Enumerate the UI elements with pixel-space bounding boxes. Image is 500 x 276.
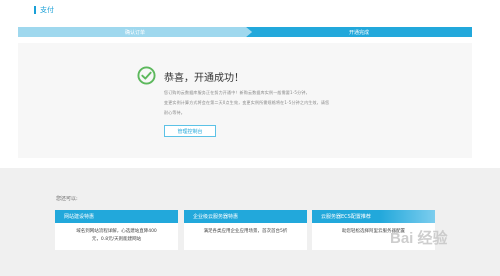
promo-line: 域名到网站流程详解，心选建站直降400 [76, 229, 157, 234]
step-label: 确认订单 [124, 29, 145, 36]
recommend-heading: 您还可以: [56, 196, 78, 202]
step-confirm-order: 确认订单 [18, 27, 252, 37]
manage-console-button[interactable]: 管理控制台 [164, 125, 216, 137]
promo-card-enterprise-server[interactable]: 企业级云服务器特惠 满足各类应用企业应用场景，首次首台5折 [184, 210, 307, 250]
promo-body: 域名到网站流程详解，心选建站直降400 元，0.8元/天则能建网站 [55, 223, 178, 250]
step-complete: 开通完成 [246, 27, 472, 37]
promo-title: 云服务器ECS配置推荐 [312, 210, 435, 223]
promo-title: 网站建设特惠 [55, 210, 178, 223]
desc-line: 您订购的云数据库服务正在努力开通中！新购云数据库实例一般需要1-5分钟， [164, 90, 310, 95]
promo-title: 企业级云服务器特惠 [184, 210, 307, 223]
recommend-section: 您还可以: 网站建设特惠 域名到网站流程详解，心选建站直降400 元，0.8元/… [0, 168, 500, 276]
desc-line: 耐心等待。 [164, 110, 185, 115]
desc-line: 变更实例计算方式将会在第二天0点生效，变更实例所需规格将在1-5分钟之内生效，请… [164, 100, 330, 105]
result-description: 您订购的云数据库服务正在努力开通中！新购云数据库实例一般需要1-5分钟， 变更实… [164, 88, 348, 118]
check-circle-icon [137, 66, 156, 85]
step-label: 开通完成 [348, 29, 369, 36]
promo-body: 满足各类应用企业应用场景，首次首台5折 [184, 223, 307, 250]
result-card: 恭喜，开通成功！ 您订购的云数据库服务正在努力开通中！新购云数据库实例一般需要1… [18, 43, 472, 158]
top-bar: 支付 [0, 0, 500, 22]
page-title: 支付 [34, 6, 54, 14]
promo-card-website[interactable]: 网站建设特惠 域名到网站流程详解，心选建站直降400 元，0.8元/天则能建网站 [55, 210, 178, 250]
watermark-logo: Bai 经验 [390, 230, 448, 247]
progress-steps: 确认订单 开通完成 [18, 27, 472, 37]
success-title: 恭喜，开通成功！ [164, 73, 244, 84]
promo-line: 元，0.8元/天则能建网站 [91, 237, 142, 242]
promo-line: 满足各类应用企业应用场景，首次首台5折 [203, 229, 288, 234]
